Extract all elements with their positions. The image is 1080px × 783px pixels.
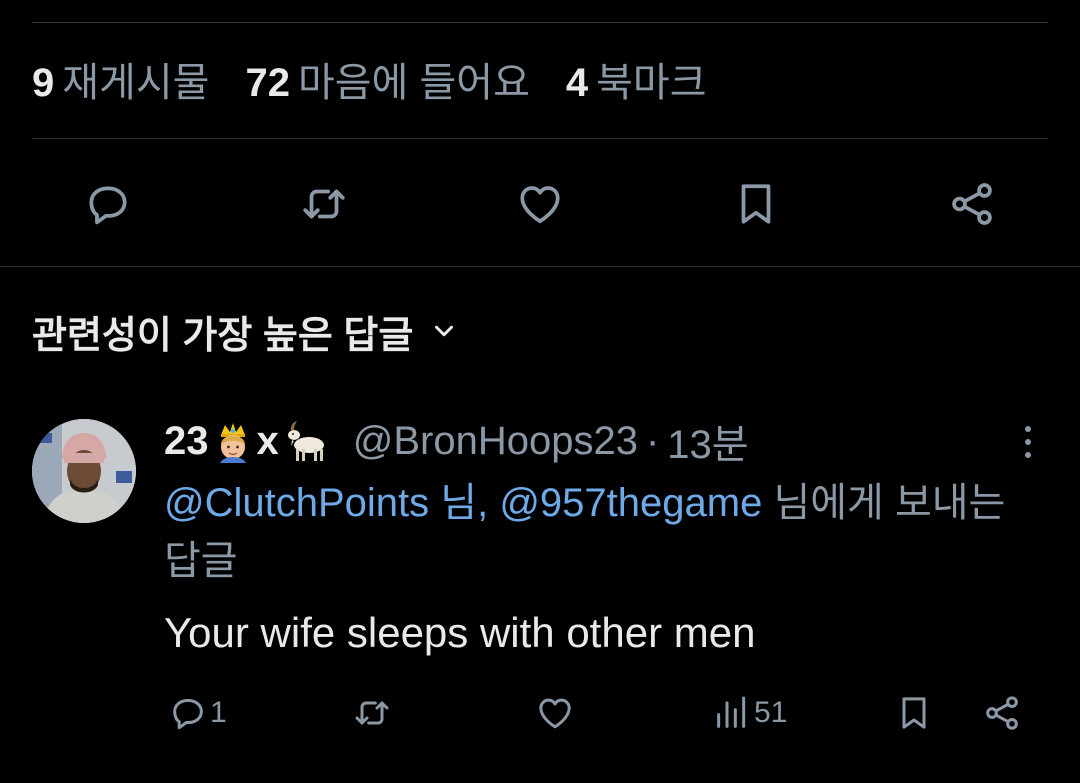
bookmarks-count: 4 [565, 61, 589, 105]
repost-icon [303, 189, 345, 219]
reposts-label: 재게시물 [62, 61, 210, 105]
share-button[interactable] [944, 176, 1000, 232]
like-icon [539, 698, 571, 729]
reply-share-button[interactable] [982, 690, 1022, 736]
display-name-prefix: 23 [164, 418, 209, 463]
reply-text: Your wife sleeps with other men [164, 609, 756, 656]
bookmarks-label: 북마크 [596, 61, 707, 105]
sort-label: 관련성이 가장 높은 답글 [32, 314, 414, 357]
reply-count: 1 [210, 696, 227, 729]
reply-icon [173, 699, 203, 730]
like-icon [520, 186, 560, 224]
bookmark-icon [902, 697, 926, 729]
display-name-mid: x [256, 418, 279, 463]
views-count: 51 [754, 696, 788, 729]
views-chart-icon [717, 696, 746, 728]
bookmarks-stat[interactable]: 4 북마크 [566, 58, 707, 108]
top-divider [32, 22, 1048, 23]
reply-repost-button[interactable] [352, 690, 392, 736]
chevron-down-icon [435, 325, 454, 337]
username-handle: @BronHoops23 [352, 418, 638, 463]
reposts-count: 9 [32, 61, 55, 105]
reply-button[interactable] [80, 176, 136, 232]
repost-icon [355, 701, 389, 725]
timestamp[interactable]: 13분 [667, 412, 748, 470]
display-name[interactable]: 23 [164, 419, 209, 464]
goat-emoji-icon [287, 421, 324, 461]
reply-sort-dropdown[interactable]: 관련성이 가장 높은 답글 [32, 306, 459, 357]
share-icon [952, 183, 992, 225]
reposts-stat[interactable]: 9 재게시물 [32, 58, 209, 108]
engagement-stats: 9 재게시물 72 마음에 들어요 4 북마크 [32, 58, 743, 108]
mention-957thegame[interactable]: @957thegame [499, 481, 762, 525]
avatar[interactable] [32, 419, 136, 523]
more-vertical-icon [1025, 426, 1031, 458]
avatar-image [32, 419, 136, 523]
likes-count: 72 [245, 61, 290, 105]
reply-like-button[interactable] [535, 690, 575, 736]
like-button[interactable] [512, 176, 568, 232]
replying-to-line: @ClutchPoints 님, @957thegame 님에게 보내는 답글 [164, 474, 1044, 590]
reply-views-button[interactable]: 51 [712, 690, 787, 736]
tweet-action-bar [0, 176, 1080, 232]
actions-divider [0, 266, 1080, 267]
meta-separator: · [645, 418, 660, 463]
bookmark-button[interactable] [728, 176, 784, 232]
mention-clutchpoints[interactable]: @ClutchPoints 님, [164, 481, 488, 525]
reply-icon [89, 186, 127, 225]
reply-bookmark-button[interactable] [894, 690, 934, 736]
likes-stat[interactable]: 72 마음에 들어요 [245, 58, 529, 108]
reply-header: 23 x @BronHoops23 · 13분 [164, 414, 749, 468]
repost-button[interactable] [296, 176, 352, 232]
likes-label: 마음에 들어요 [297, 61, 530, 105]
share-icon [986, 696, 1018, 730]
more-options-button[interactable] [1008, 420, 1048, 464]
bookmark-icon [741, 184, 771, 224]
prince-emoji-icon [219, 423, 246, 463]
stats-divider [32, 138, 1048, 139]
reply-reply-button[interactable]: 1 [168, 690, 227, 736]
